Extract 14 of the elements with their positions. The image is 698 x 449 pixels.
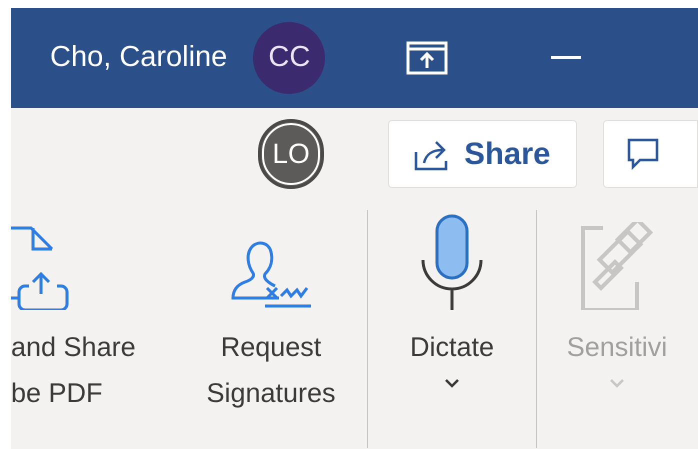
chevron-down-icon: [444, 378, 460, 388]
signature-command[interactable]: Request Signatures: [175, 210, 367, 448]
pdf-share-command[interactable]: and Share be PDF: [11, 210, 161, 448]
minimize-icon[interactable]: [551, 56, 582, 60]
comment-icon: [626, 137, 660, 171]
share-button[interactable]: Share: [388, 120, 576, 188]
ribbon-display-icon[interactable]: [406, 41, 448, 75]
comments-button[interactable]: [602, 120, 698, 188]
user-avatar[interactable]: CC: [253, 22, 326, 94]
user-name: Cho, Caroline: [50, 40, 228, 76]
chevron-down-icon: [609, 378, 625, 388]
microphone-icon: [420, 214, 484, 310]
collaborator-avatar[interactable]: LO: [258, 119, 324, 189]
dictate-command[interactable]: Dictate: [368, 210, 536, 448]
